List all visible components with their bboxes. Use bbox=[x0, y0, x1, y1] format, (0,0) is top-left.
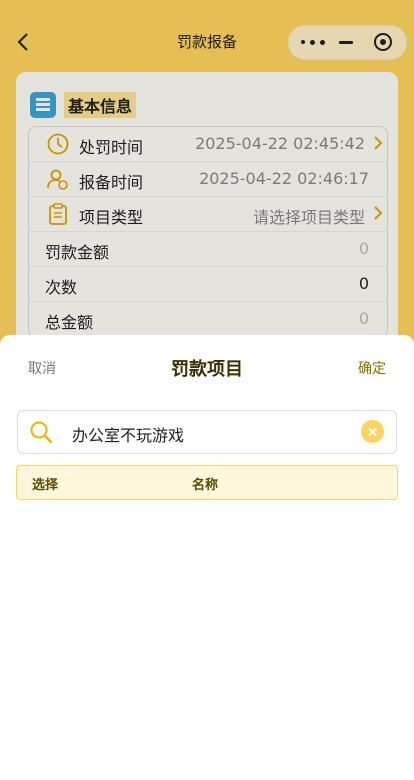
confirm-button[interactable]: 确定 bbox=[358, 358, 386, 378]
table-header: 选择 名称 bbox=[16, 465, 398, 500]
picker-sheet: 取消 罚款项目 确定 办公室不玩游戏 选择 名称 bbox=[0, 335, 414, 780]
column-header-name: 名称 bbox=[192, 478, 219, 493]
column-header-select: 选择 bbox=[32, 478, 59, 493]
search-input[interactable]: 办公室不玩游戏 bbox=[17, 410, 397, 454]
search-value[interactable]: 办公室不玩游戏 bbox=[72, 422, 184, 446]
sheet-title: 罚款项目 bbox=[171, 359, 243, 380]
clear-icon[interactable] bbox=[361, 420, 384, 443]
search-icon bbox=[30, 421, 52, 443]
